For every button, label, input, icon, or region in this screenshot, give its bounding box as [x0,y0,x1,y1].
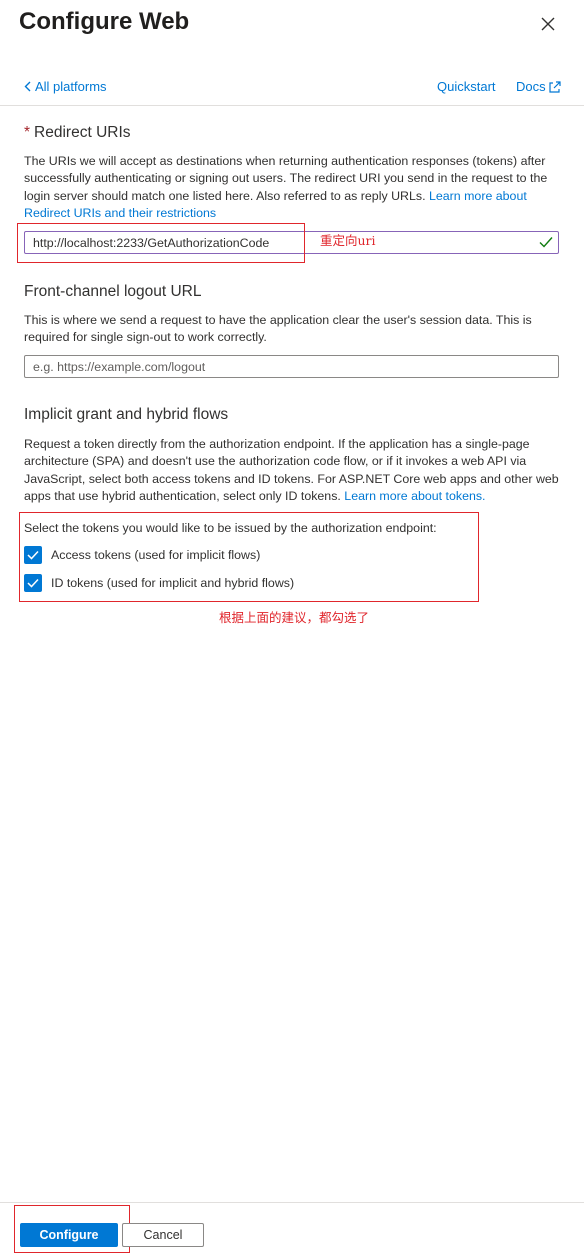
annotation-box-tokens [19,512,479,602]
external-link-icon [549,80,561,93]
quickstart-link[interactable]: Quickstart [437,79,496,94]
annotation-tokens-note: 根据上面的建议，都勾选了 [219,610,370,625]
redirect-uris-title: Redirect URIs [34,124,131,141]
annotation-redirect-note: 重定向uri [320,233,376,248]
footer-divider [0,1202,584,1203]
redirect-uris-description: The URIs we will accept as destinations … [24,153,564,222]
all-platforms-label: All platforms [35,79,107,94]
logout-url-title: Front-channel logout URL [24,283,202,300]
implicit-grant-description: Request a token directly from the author… [24,436,564,505]
tokens-learn-more-link[interactable]: Learn more about tokens. [344,489,485,503]
cancel-button[interactable]: Cancel [122,1223,204,1247]
all-platforms-link[interactable]: All platforms [24,79,107,94]
docs-link[interactable]: Docs [516,79,562,94]
configure-button[interactable]: Configure [20,1223,118,1247]
logout-url-input[interactable] [24,355,559,378]
close-icon[interactable] [535,11,561,37]
implicit-grant-title: Implicit grant and hybrid flows [24,406,229,423]
logout-url-description: This is where we send a request to have … [24,313,532,345]
docs-label: Docs [516,79,546,94]
panel-title: Configure Web [19,8,190,35]
header-divider [0,105,584,106]
chevron-left-icon [24,81,31,92]
annotation-box-redirect [17,223,305,263]
checkmark-icon [539,237,553,248]
redirect-uris-heading: * Redirect URIs [24,124,131,142]
required-marker: * [24,124,31,141]
